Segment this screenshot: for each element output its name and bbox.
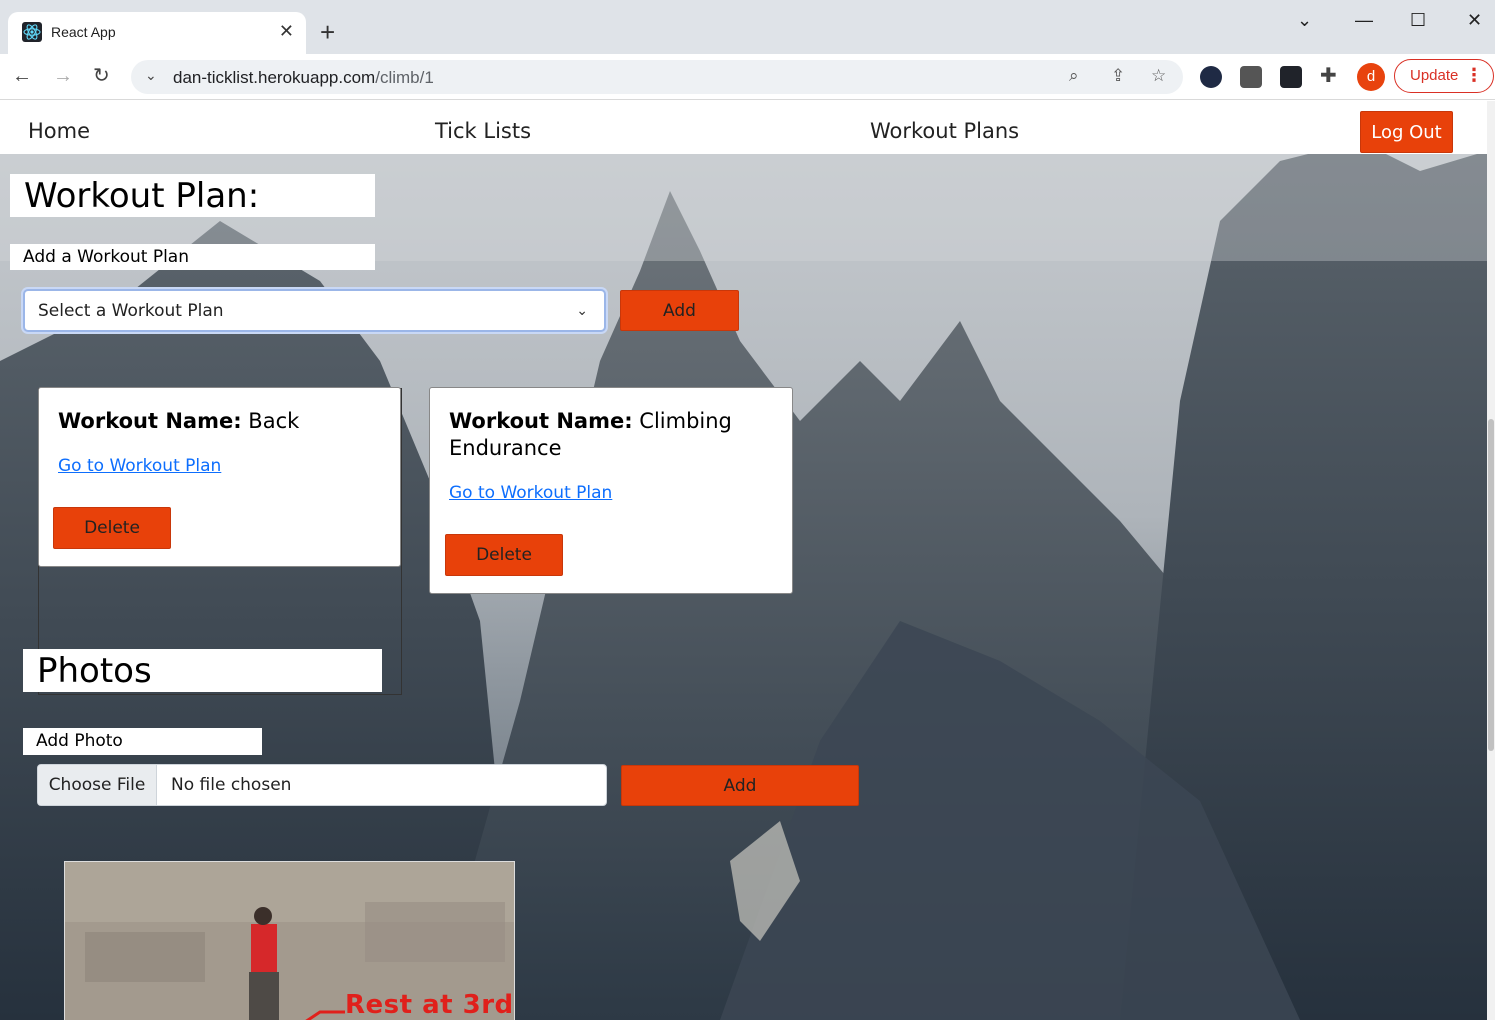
workout-name: Workout Name: Climbing Endurance: [449, 409, 732, 460]
react-logo-icon: [22, 22, 42, 42]
page-scrollbar[interactable]: [1487, 101, 1495, 1020]
zoom-icon[interactable]: ⌕: [1069, 66, 1079, 86]
add-workout-plan-label: Add a Workout Plan: [10, 244, 375, 270]
choose-file-button[interactable]: Choose File: [38, 765, 157, 805]
photos-heading: Photos: [23, 649, 382, 692]
profile-avatar[interactable]: d: [1357, 63, 1385, 91]
select-value: Select a Workout Plan: [38, 301, 224, 321]
nav-workout-plans-link[interactable]: Workout Plans: [870, 119, 1019, 143]
delete-workout-button[interactable]: Delete: [53, 507, 171, 549]
maximize-icon[interactable]: ☐: [1410, 10, 1426, 30]
workout-plan-heading: Workout Plan:: [10, 174, 375, 217]
browser-tab-bar: React App ✕ + ⌄ — ☐ ✕: [0, 0, 1495, 54]
go-to-workout-plan-link[interactable]: Go to Workout Plan: [58, 456, 221, 476]
url-text: dan-ticklist.herokuapp.com/climb/1: [173, 68, 434, 87]
minimize-icon[interactable]: —: [1355, 10, 1373, 30]
tab-search-chevron-icon[interactable]: ⌄: [1297, 10, 1312, 30]
file-status-text: No file chosen: [171, 775, 292, 795]
workout-plan-select[interactable]: Select a Workout Plan ⌄: [23, 289, 606, 332]
address-bar[interactable]: ⌄ dan-ticklist.herokuapp.com/climb/1 ⌕ ⇪…: [131, 60, 1183, 94]
browser-toolbar: ← → ↻ ⌄ dan-ticklist.herokuapp.com/climb…: [0, 54, 1495, 100]
reload-icon[interactable]: ↻: [93, 64, 110, 88]
close-tab-icon[interactable]: ✕: [279, 21, 294, 41]
chevron-down-icon: ⌄: [576, 303, 588, 319]
app-navbar: Home Tick Lists Workout Plans Log Out: [0, 101, 1487, 154]
nav-home-link[interactable]: Home: [28, 119, 90, 143]
react-devtools-icon[interactable]: [1280, 66, 1302, 88]
forward-icon[interactable]: →: [53, 64, 73, 88]
add-photo-button[interactable]: Add: [621, 765, 859, 806]
go-to-workout-plan-link[interactable]: Go to Workout Plan: [449, 483, 612, 503]
extensions-puzzle-icon[interactable]: ✚: [1320, 64, 1337, 88]
climbing-photo: Rest at 3rd: [64, 861, 515, 1020]
delete-workout-button[interactable]: Delete: [445, 534, 563, 576]
workout-name: Workout Name: Back: [58, 409, 300, 433]
photo-file-input[interactable]: Choose File No file chosen: [37, 764, 607, 806]
extension-icon[interactable]: [1240, 66, 1262, 88]
tab-title: React App: [51, 24, 116, 40]
bookmark-star-icon[interactable]: ☆: [1151, 66, 1166, 86]
site-info-icon[interactable]: ⌄: [145, 67, 157, 84]
extension-icon[interactable]: [1200, 66, 1222, 88]
share-icon[interactable]: ⇪: [1111, 66, 1125, 86]
new-tab-icon[interactable]: +: [320, 18, 335, 46]
scrollbar-thumb[interactable]: [1488, 419, 1494, 751]
workout-card: Workout Name: Back Go to Workout Plan De…: [38, 387, 401, 567]
photo-annotation-text: Rest at 3rd: [345, 990, 514, 1020]
workout-card: Workout Name: Climbing Endurance Go to W…: [429, 387, 793, 594]
logout-button[interactable]: Log Out: [1360, 111, 1453, 153]
page-viewport: Home Tick Lists Workout Plans Log Out Wo…: [0, 101, 1487, 1020]
back-icon[interactable]: ←: [12, 64, 32, 88]
menu-kebab-icon[interactable]: ⋮: [1465, 64, 1483, 86]
update-button[interactable]: Update ⋮: [1394, 59, 1494, 93]
add-photo-label: Add Photo: [23, 728, 262, 755]
add-workout-plan-button[interactable]: Add: [620, 290, 739, 331]
nav-tick-lists-link[interactable]: Tick Lists: [435, 119, 531, 143]
close-window-icon[interactable]: ✕: [1467, 10, 1482, 30]
browser-tab[interactable]: React App ✕: [8, 12, 306, 54]
